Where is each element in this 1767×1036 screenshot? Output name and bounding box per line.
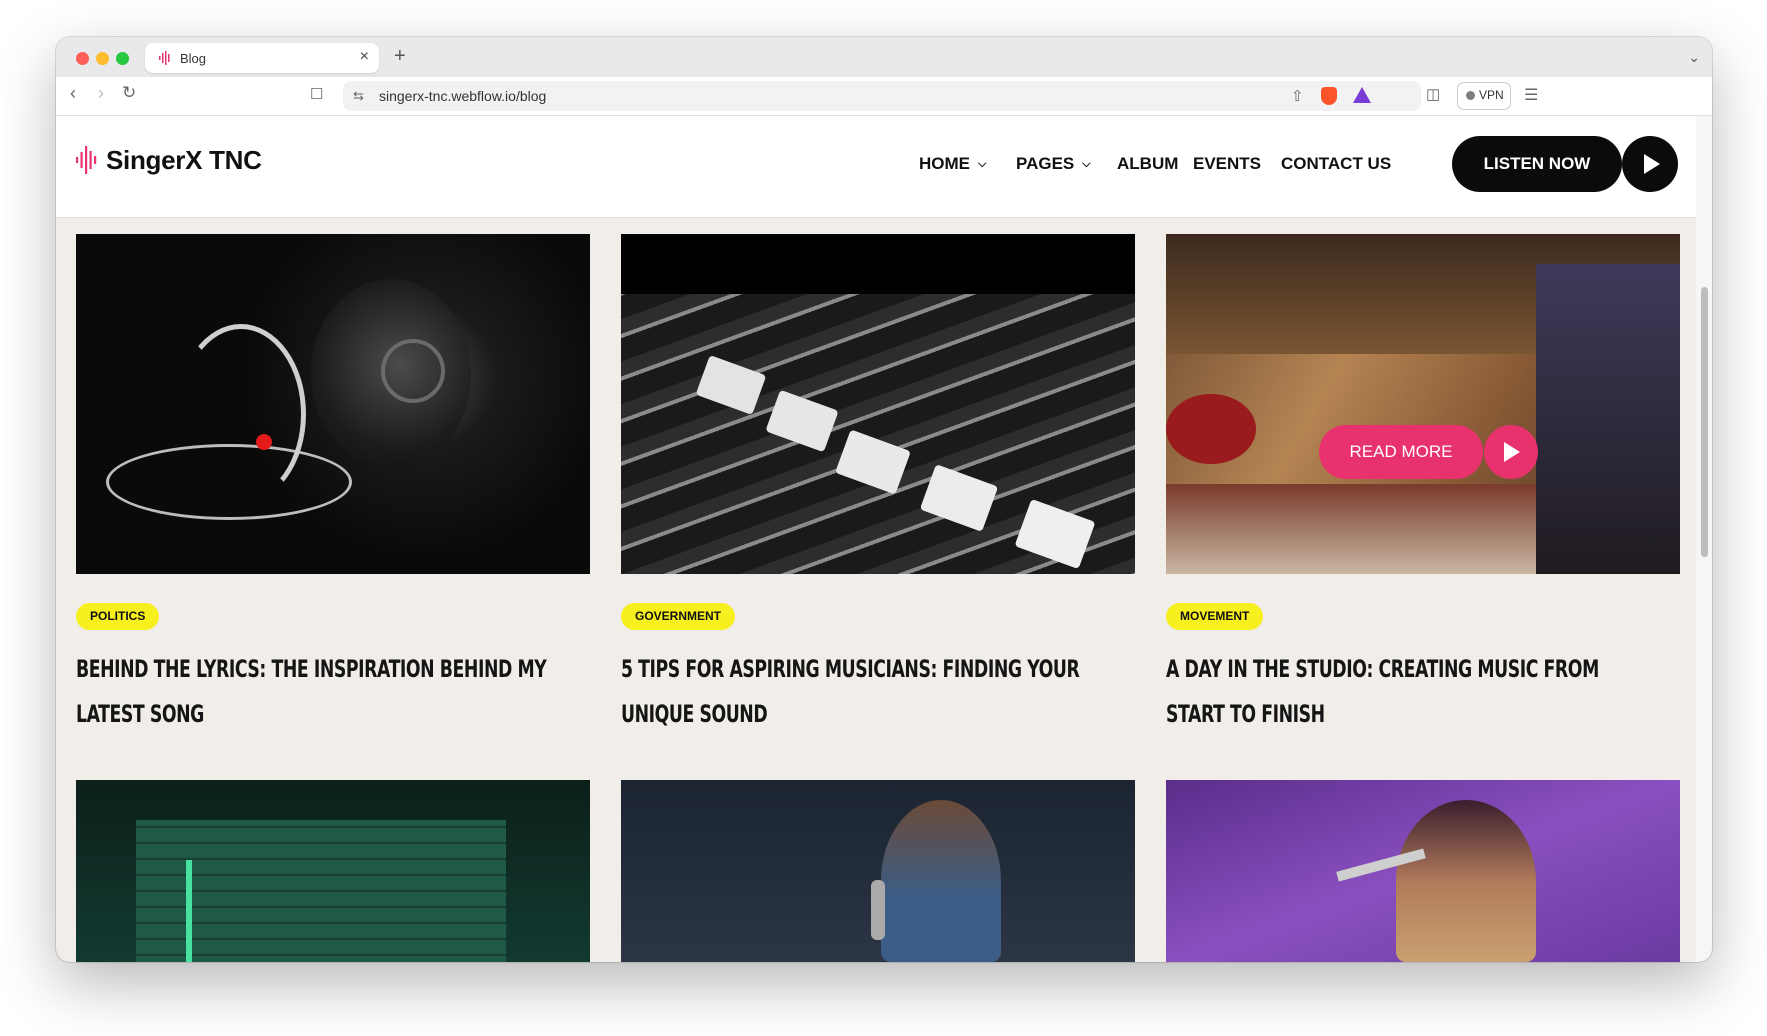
fader-knob (919, 464, 999, 532)
logo-soundwave-icon (76, 146, 97, 174)
bookmark-icon[interactable]: ☐ (310, 85, 323, 103)
listen-now-button[interactable]: LISTEN NOW (1452, 136, 1622, 192)
vpn-label: VPN (1479, 88, 1504, 102)
category-badge[interactable]: GOVERNMENT (621, 603, 736, 630)
sidebar-icon[interactable]: ◫ (1426, 85, 1440, 103)
nav-home-label: HOME (919, 154, 970, 173)
post-image-band-studio[interactable]: READ MORE (1166, 234, 1680, 574)
nav-contact[interactable]: CONTACT US (1281, 154, 1391, 174)
new-tab-button[interactable]: + (394, 45, 406, 68)
browser-toolbar: ‹ › ↻ ☐ ⇆ singerx-tnc.webflow.io/blog ⇧ … (56, 77, 1712, 116)
dark-top (621, 234, 1135, 294)
chevron-down-icon: ⌵ (978, 158, 987, 170)
minimize-window-button[interactable] (96, 52, 109, 65)
close-window-button[interactable] (76, 52, 89, 65)
share-icon[interactable]: ⇧ (1291, 87, 1304, 105)
play-button[interactable] (1622, 136, 1678, 192)
nav-pages-label: PAGES (1016, 154, 1075, 173)
menu-icon[interactable]: ☰ (1524, 85, 1538, 105)
post-image-mixing-console[interactable] (621, 234, 1135, 574)
tab-title: Blog (180, 51, 207, 66)
nav-events[interactable]: EVENTS (1193, 154, 1261, 174)
read-more-button[interactable]: READ MORE (1319, 425, 1483, 479)
nav-pages[interactable]: PAGES ⌵ (1016, 154, 1091, 174)
scrollbar-thumb[interactable] (1701, 287, 1708, 557)
soundwave-icon (159, 51, 170, 65)
back-icon[interactable]: ‹ (70, 83, 76, 104)
person-filming (1536, 264, 1680, 574)
tab-blog[interactable]: Blog × (145, 43, 379, 73)
browser-window: Blog × + ⌄ ‹ › ↻ ☐ ⇆ singerx-tnc.webflow… (56, 37, 1712, 962)
microphone (871, 880, 885, 940)
fader-knob (695, 355, 767, 415)
chevron-down-icon[interactable]: ⌄ (1688, 49, 1700, 66)
site-logo[interactable]: SingerX TNC (106, 145, 262, 176)
red-guitar (1166, 394, 1256, 464)
singer-figure (1396, 800, 1536, 962)
category-badge[interactable]: POLITICS (76, 603, 160, 630)
post-image-singer-purple[interactable] (1166, 780, 1680, 962)
post-image-woman-singing[interactable] (621, 780, 1135, 962)
post-title[interactable]: 5 TIPS FOR ASPIRING MUSICIANS: FINDING Y… (621, 647, 1118, 737)
forward-icon[interactable]: › (98, 83, 104, 104)
vpn-status-icon (1466, 91, 1475, 100)
post-title[interactable]: BEHIND THE LYRICS: THE INSPIRATION BEHIN… (76, 647, 573, 737)
fader-knob (765, 389, 839, 453)
brave-shields-icon[interactable] (1321, 87, 1337, 105)
chevron-down-icon: ⌵ (1082, 158, 1091, 170)
tab-bar: Blog × + ⌄ (56, 37, 1712, 77)
nav-album[interactable]: ALBUM (1117, 154, 1178, 174)
fader-knob (1014, 498, 1096, 570)
play-icon (1644, 154, 1660, 174)
brave-rewards-icon[interactable] (1353, 87, 1371, 103)
singer-figure (881, 800, 1001, 962)
nav-home[interactable]: HOME ⌵ (919, 154, 986, 174)
maximize-window-button[interactable] (116, 52, 129, 65)
power-icon (381, 339, 445, 403)
post-image-green-studio[interactable] (76, 780, 590, 962)
post-title[interactable]: A DAY IN THE STUDIO: CREATING MUSIC FROM… (1166, 647, 1663, 737)
fader-knob (835, 429, 911, 495)
post-image-power-button[interactable] (76, 234, 590, 574)
spring-coil (176, 324, 306, 504)
green-light (186, 860, 192, 962)
site-header: SingerX TNC HOME ⌵ PAGES ⌵ ALBUM EVENTS CO… (56, 116, 1696, 217)
url-text: singerx-tnc.webflow.io/blog (379, 88, 547, 104)
address-bar[interactable]: ⇆ singerx-tnc.webflow.io/blog ⇧ (343, 81, 1421, 111)
site-settings-icon[interactable]: ⇆ (353, 88, 364, 104)
play-icon (1504, 442, 1520, 462)
reload-icon[interactable]: ↻ (122, 83, 136, 103)
close-tab-icon[interactable]: × (360, 48, 369, 66)
red-light (256, 434, 272, 450)
vpn-button[interactable]: VPN (1457, 82, 1511, 110)
category-badge[interactable]: MOVEMENT (1166, 603, 1264, 630)
read-more-play-button[interactable] (1484, 425, 1538, 479)
